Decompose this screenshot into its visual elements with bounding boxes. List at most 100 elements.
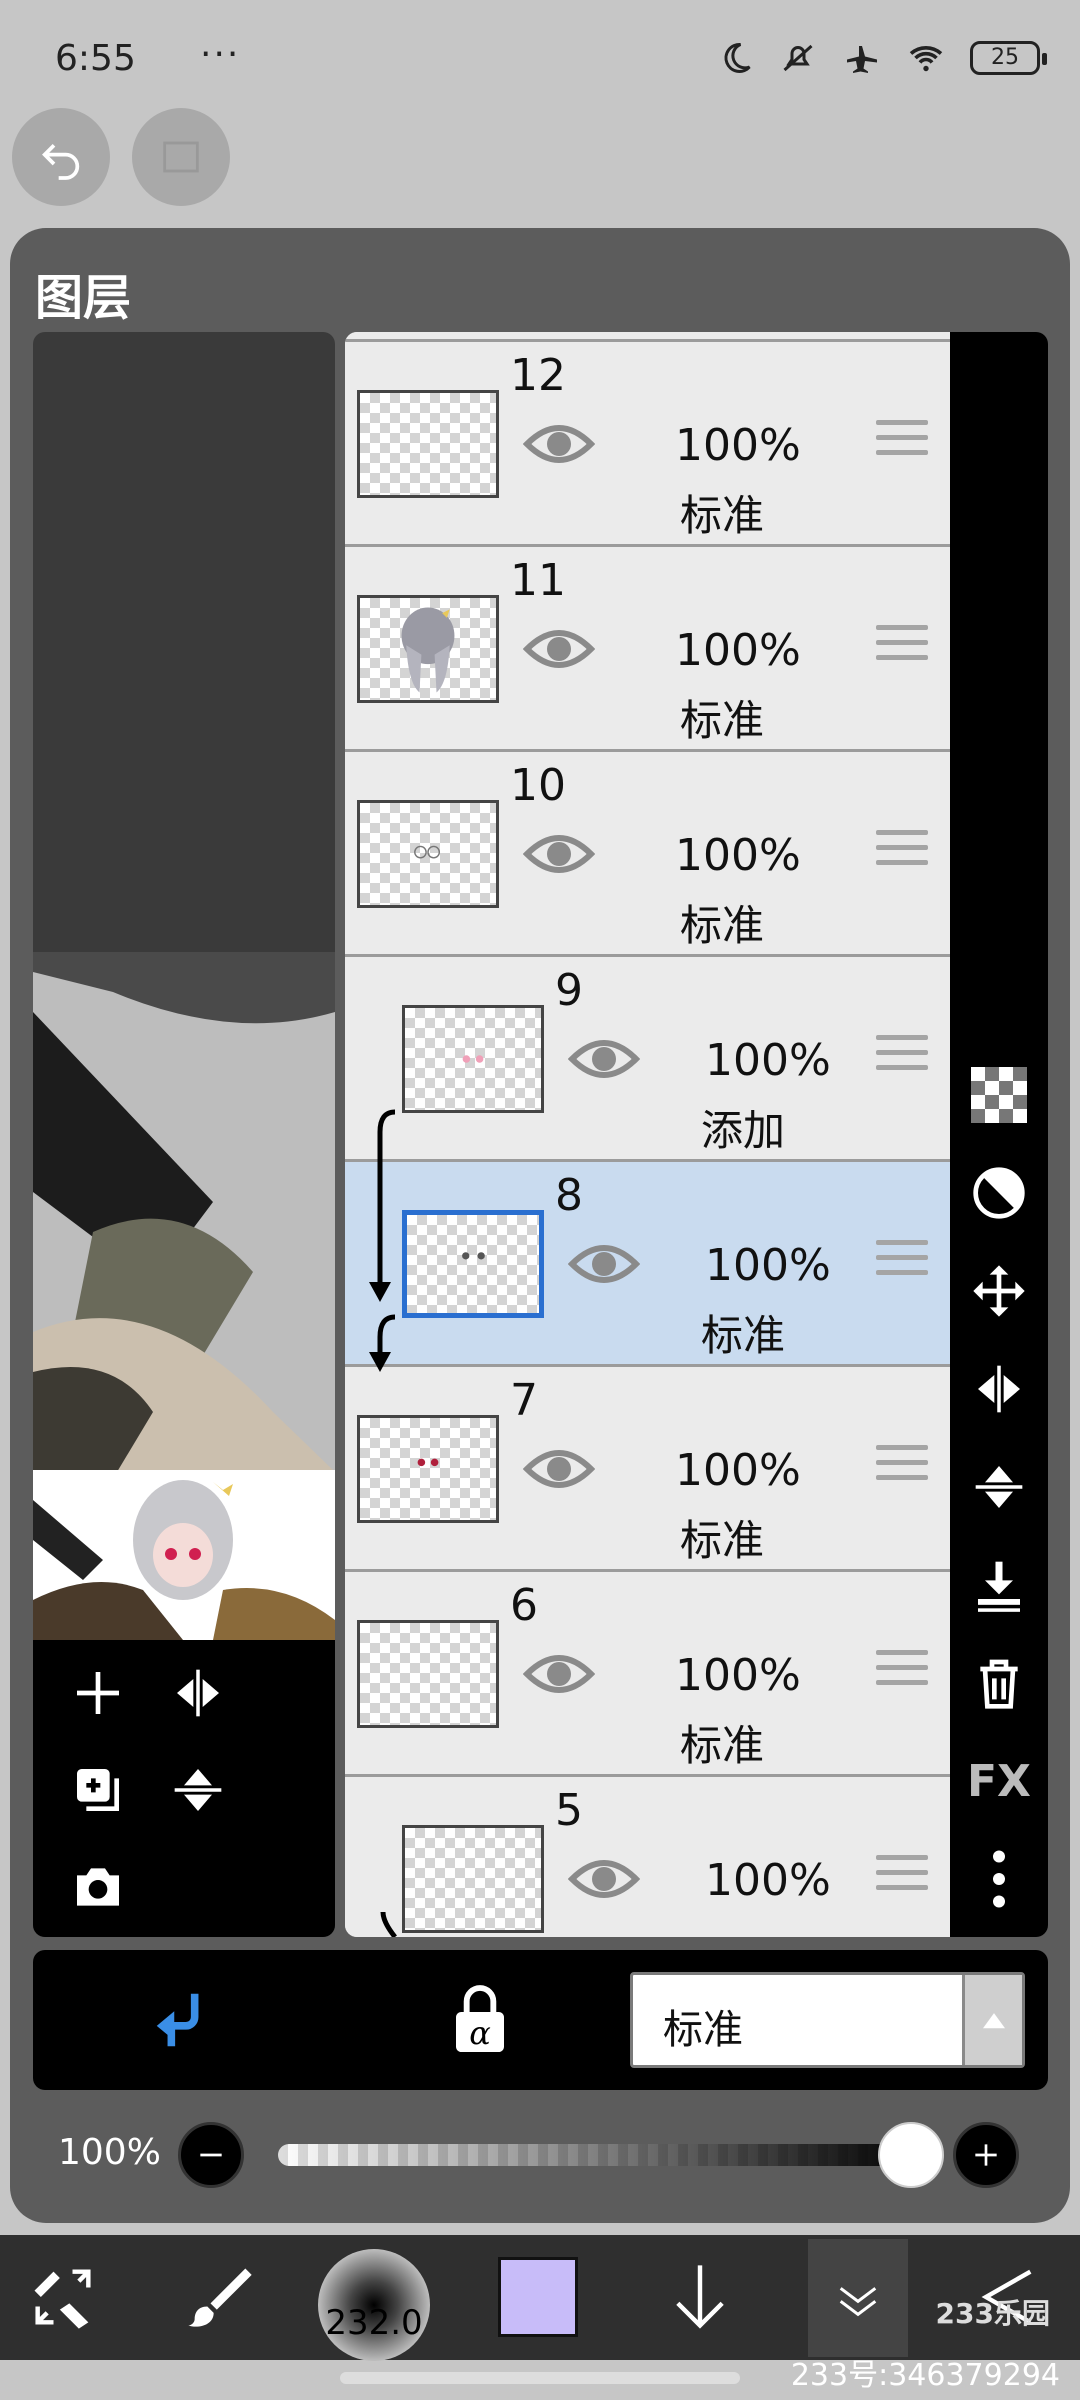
- more-button[interactable]: [964, 1844, 1034, 1914]
- thumbnail-art: [33, 1470, 335, 1640]
- opacity-slider[interactable]: [278, 2144, 918, 2166]
- checker-button[interactable]: [964, 1060, 1034, 1130]
- clipping-button[interactable]: [148, 1985, 218, 2059]
- opacity-increase-button[interactable]: [953, 2122, 1019, 2188]
- layer-number: 12: [510, 350, 566, 401]
- status-time: 6:55: [55, 38, 136, 79]
- undo-icon: [42, 144, 80, 180]
- layer-row[interactable]: 8 100% 标准: [345, 1162, 950, 1367]
- delete-layer-button[interactable]: [964, 1648, 1034, 1718]
- layer-blend-mode: 标准: [701, 1311, 786, 1360]
- opacity-slider-knob[interactable]: [878, 2122, 944, 2188]
- drag-handle-icon[interactable]: [876, 830, 928, 874]
- flip-horizontal-button[interactable]: [163, 1658, 233, 1728]
- layer-number: 11: [510, 555, 566, 606]
- flip-vertical-button[interactable]: [163, 1755, 233, 1825]
- flip-vertical-tool-button[interactable]: [964, 1452, 1034, 1522]
- layer-opacity: 100%: [675, 1445, 801, 1496]
- brush-size-value: 232.0: [325, 2303, 423, 2343]
- layer-row[interactable]: 9 100% 添加: [345, 957, 950, 1162]
- eye-icon[interactable]: [522, 420, 596, 468]
- layer-opacity: 100%: [675, 420, 801, 471]
- battery-indicator: 25: [970, 41, 1047, 75]
- eye-icon[interactable]: [522, 1650, 596, 1698]
- drag-handle-icon[interactable]: [876, 1855, 928, 1899]
- eye-icon[interactable]: [567, 1855, 641, 1903]
- layer-row[interactable]: 5 100%: [345, 1777, 950, 1937]
- color-swatch[interactable]: [498, 2257, 578, 2337]
- flip-horizontal-tool-button[interactable]: [964, 1354, 1034, 1424]
- layer-blend-mode: 标准: [680, 1721, 765, 1770]
- layer-row[interactable]: 12 100% 标准: [345, 342, 950, 547]
- duplicate-layer-icon: [77, 1769, 119, 1811]
- panel-title: 图层: [35, 270, 132, 326]
- layer-row[interactable]: 10 100% 标准: [345, 752, 950, 957]
- layer-opacity: 100%: [675, 830, 801, 881]
- add-layer-button[interactable]: [63, 1658, 133, 1728]
- eye-icon[interactable]: [522, 830, 596, 878]
- layer-number: 8: [555, 1170, 583, 1221]
- alpha-lock-icon: α: [456, 1985, 504, 2052]
- layer-blend-mode: 添加: [701, 1106, 786, 1155]
- layers-list[interactable]: 12 100% 标准 11 100% 标准 10 100% 标准 9 100% 添加 8 100% 标准 7 1…: [345, 332, 950, 1937]
- minus-icon: [200, 2153, 222, 2157]
- camera-button[interactable]: [63, 1852, 133, 1922]
- drag-handle-icon[interactable]: [876, 1445, 928, 1489]
- eye-icon[interactable]: [522, 1445, 596, 1493]
- move-button[interactable]: [964, 1256, 1034, 1326]
- layer-row[interactable]: 11 100% 标准: [345, 547, 950, 752]
- arrow-down-icon: [676, 2265, 724, 2329]
- contrast-icon: [973, 1167, 1025, 1219]
- mute-icon: [783, 44, 813, 72]
- camera-icon: [77, 1868, 119, 1906]
- drag-handle-icon[interactable]: [876, 420, 928, 464]
- status-more-dots: ···: [200, 34, 241, 75]
- navigation-handle[interactable]: [340, 2372, 740, 2384]
- airplane-icon: [847, 46, 877, 73]
- status-icons: 25: [718, 40, 1047, 76]
- drag-handle-icon[interactable]: [876, 1650, 928, 1694]
- merge-down-icon: [978, 1561, 1020, 1612]
- merge-down-button[interactable]: [964, 1550, 1034, 1620]
- eye-icon[interactable]: [567, 1240, 641, 1288]
- flip-vertical-icon: [975, 1466, 1023, 1508]
- drag-handle-icon[interactable]: [876, 1035, 928, 1079]
- dropdown-arrow-icon: [962, 1975, 1022, 2065]
- more-vertical-icon: [993, 1850, 1005, 1908]
- opacity-decrease-button[interactable]: [178, 2122, 244, 2188]
- clipping-icon: [156, 1993, 199, 2047]
- layer-tool-grid: [33, 1640, 335, 1937]
- tool-switch-button[interactable]: [18, 2247, 108, 2347]
- layer-opacity: 100%: [675, 1650, 801, 1701]
- clipping-arrows: [369, 1109, 397, 1937]
- watermark-logo: 233乐园: [935, 2297, 1050, 2330]
- invert-button[interactable]: [964, 1158, 1034, 1228]
- right-tool-strip: FX: [950, 332, 1048, 1937]
- eye-icon[interactable]: [522, 625, 596, 673]
- flip-horizontal-icon: [978, 1365, 1020, 1413]
- canvas-thumbnail[interactable]: [33, 1470, 335, 1640]
- layer-number: 7: [510, 1375, 538, 1426]
- redo-button[interactable]: [132, 108, 230, 206]
- fx-button[interactable]: FX: [964, 1746, 1034, 1816]
- brush-tool-button[interactable]: [175, 2247, 265, 2347]
- bottom-toolbar: 232.0: [0, 2235, 1080, 2361]
- layer-number: 10: [510, 760, 566, 811]
- eye-icon[interactable]: [567, 1035, 641, 1083]
- layer-number: 9: [555, 965, 583, 1016]
- plus-icon: [975, 2144, 997, 2166]
- wifi-icon: [909, 46, 943, 72]
- layer-row[interactable]: 7 100% 标准: [345, 1367, 950, 1572]
- layer-row[interactable]: 6 100% 标准: [345, 1572, 950, 1777]
- drag-handle-icon[interactable]: [876, 1240, 928, 1284]
- alpha-lock-button[interactable]: α: [448, 1985, 512, 2059]
- layer-down-button[interactable]: [655, 2247, 745, 2347]
- status-bar: 6:55 ··· 25: [0, 0, 1080, 120]
- brush-icon: [188, 2268, 252, 2327]
- duplicate-layer-button[interactable]: [63, 1755, 133, 1825]
- drag-handle-icon[interactable]: [876, 625, 928, 669]
- layer-blend-mode: 标准: [680, 1516, 765, 1565]
- blend-mode-dropdown[interactable]: 标准: [630, 1972, 1025, 2068]
- collapse-button[interactable]: [808, 2239, 908, 2357]
- undo-button[interactable]: [12, 108, 110, 206]
